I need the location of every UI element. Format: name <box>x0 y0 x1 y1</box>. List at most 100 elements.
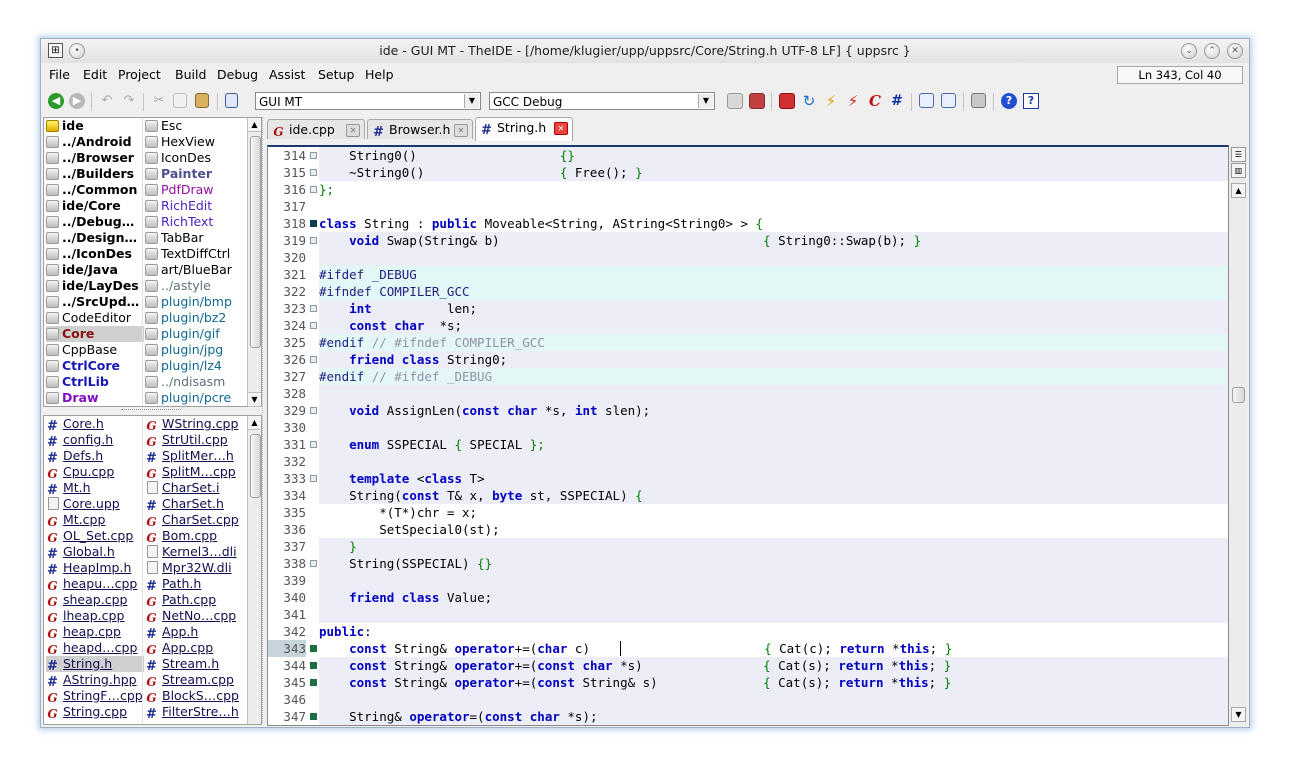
package-item[interactable]: ide <box>46 118 144 134</box>
code-line[interactable]: 340 friend class Value; <box>268 589 1228 606</box>
current-code-line[interactable]: 343 const String& operator+=(char c) { C… <box>268 640 1228 657</box>
code-line[interactable]: 342 public: <box>268 623 1228 640</box>
menu-edit[interactable]: Edit <box>83 67 107 82</box>
package-item[interactable]: ../Builders <box>46 166 144 182</box>
package-item[interactable]: CtrlCore <box>46 358 144 374</box>
package-item[interactable]: CodeEditor <box>46 310 144 326</box>
package-item[interactable]: PdfDraw <box>145 182 243 198</box>
file-item[interactable]: Gheap.cpp <box>46 624 144 640</box>
code-line[interactable]: 345 const String& operator+=(const Strin… <box>268 674 1228 691</box>
fold-marker-icon[interactable] <box>310 322 317 329</box>
package-item[interactable]: art/BlueBar <box>145 262 243 278</box>
file-item[interactable]: G CharSet.cpp <box>145 512 243 528</box>
package-item[interactable]: TabBar <box>145 230 243 246</box>
fold-marker-icon[interactable] <box>310 713 317 720</box>
scroll-up-icon[interactable]: ▲ <box>1231 183 1246 198</box>
file-item[interactable]: # Core.h <box>46 416 144 432</box>
code-line[interactable]: 339 <box>268 572 1228 589</box>
back-icon[interactable]: ◀ <box>48 93 64 109</box>
code-line[interactable]: 316}; <box>268 181 1228 198</box>
build-mode-select[interactable]: GCC Debug ▼ <box>489 92 715 110</box>
tab-Browser-h[interactable]: # Browser.h ✕ <box>367 119 473 139</box>
code-line[interactable]: 329 void AssignLen(const char *s, int sl… <box>268 402 1228 419</box>
build-method-select[interactable]: GUI MT ▼ <box>255 92 481 110</box>
splitter-grip[interactable] <box>121 409 181 413</box>
file-item[interactable]: G Cpu.cpp <box>46 464 144 480</box>
package-item[interactable]: plugin/bmp <box>145 294 243 310</box>
package-item[interactable]: RichEdit <box>145 198 243 214</box>
forward-icon[interactable]: ▶ <box>69 93 85 109</box>
menu-help[interactable]: Help <box>365 67 394 82</box>
scroll-up-icon[interactable]: ▲ <box>248 416 261 430</box>
package-item[interactable]: IconDes <box>145 150 243 166</box>
file-item[interactable]: Mpr32W.dli <box>145 560 243 576</box>
fold-marker-icon[interactable] <box>310 662 317 669</box>
file-item[interactable]: G StringF…cpp <box>46 688 144 704</box>
file-item[interactable]: G StrUtil.cpp <box>145 432 243 448</box>
file-item[interactable]: G BlockS…cpp <box>145 688 243 704</box>
fold-marker-icon[interactable] <box>310 237 317 244</box>
assembly-icon[interactable] <box>971 93 986 108</box>
code-line[interactable]: 314 String0() {} <box>268 147 1228 164</box>
code-line[interactable]: 344 const String& operator+=(const char … <box>268 657 1228 674</box>
file-item[interactable]: G Mt.cpp <box>46 512 144 528</box>
context-help-icon[interactable]: ? <box>1023 93 1039 109</box>
scroll-down-icon[interactable]: ▼ <box>248 392 261 407</box>
code-line[interactable]: 347 String& operator=(const char *s); <box>268 708 1228 725</box>
code-line[interactable]: 321 #ifdef _DEBUG <box>268 266 1228 283</box>
code-line[interactable]: 333 template <class T> <box>268 470 1228 487</box>
file-item[interactable]: G NetNo…cpp <box>145 608 243 624</box>
document-icon[interactable] <box>225 93 238 108</box>
package-item[interactable]: ../astyle <box>145 278 243 294</box>
file-item[interactable]: Kernel3…dli <box>145 544 243 560</box>
file-item[interactable]: # Path.h <box>145 576 243 592</box>
package-item[interactable]: ide/Java <box>46 262 144 278</box>
menu-project[interactable]: Project <box>118 67 161 82</box>
package-item[interactable]: CppBase <box>46 342 144 358</box>
fold-marker-icon[interactable] <box>310 356 317 363</box>
file-item[interactable]: # CharSet.h <box>145 496 243 512</box>
file-item[interactable]: # Global.h <box>46 544 144 560</box>
code-line[interactable]: 319 void Swap(String& b) { String0::Swap… <box>268 232 1228 249</box>
code-line[interactable]: 327 #endif // #ifdef _DEBUG <box>268 368 1228 385</box>
file-item[interactable]: Gheapu…cpp <box>46 576 144 592</box>
fold-marker-icon[interactable] <box>310 407 317 414</box>
package-item[interactable]: Esc <box>145 118 243 134</box>
file-item[interactable]: Core.upp <box>46 496 144 512</box>
file-item[interactable]: Gheapd…cpp <box>46 640 144 656</box>
code-line[interactable]: 328 <box>268 385 1228 402</box>
undo-icon[interactable]: ↶ <box>99 93 115 109</box>
file-item[interactable]: # HeapImp.h <box>46 560 144 576</box>
package-item[interactable]: plugin/jpg <box>145 342 243 358</box>
package-item[interactable]: ../Common <box>46 182 144 198</box>
scroll-thumb[interactable] <box>250 434 261 498</box>
split-vertical-icon[interactable]: ▥ <box>1231 163 1246 178</box>
file-item[interactable]: G SplitM…cpp <box>145 464 243 480</box>
file-item[interactable]: # Stream.h <box>145 656 243 672</box>
code-line[interactable]: 337 } <box>268 538 1228 555</box>
scroll-down-icon[interactable]: ▼ <box>1231 707 1246 722</box>
compile-file-icon[interactable]: C <box>867 93 883 109</box>
file-item[interactable]: G String.cpp <box>46 704 144 720</box>
package-item[interactable]: ../Browser <box>46 150 144 166</box>
file-item[interactable]: G OL_Set.cpp <box>46 528 144 544</box>
file-item[interactable]: # AString.hpp <box>46 672 144 688</box>
package-item[interactable]: ../ndisasm <box>145 374 243 390</box>
code-line[interactable]: 326 friend class String0; <box>268 351 1228 368</box>
code-line[interactable]: 336 SetSpecial0(st); <box>268 521 1228 538</box>
cut-icon[interactable]: ✂ <box>151 93 167 109</box>
file-item[interactable]: # config.h <box>46 432 144 448</box>
code-line[interactable]: 331 enum SSPECIAL { SPECIAL }; <box>268 436 1228 453</box>
package-item[interactable]: plugin/lz4 <box>145 358 243 374</box>
package-item[interactable]: HexView <box>145 134 243 150</box>
minimize-button[interactable]: ⌄ <box>1181 43 1197 59</box>
code-line[interactable]: 324 const char *s; <box>268 317 1228 334</box>
package-item[interactable]: plugin/gif <box>145 326 243 342</box>
code-line[interactable]: 317 <box>268 198 1228 215</box>
build-all-icon[interactable] <box>749 93 765 109</box>
fold-marker-icon[interactable] <box>310 152 317 159</box>
close-button[interactable]: ✕ <box>1227 43 1243 59</box>
code-line[interactable]: 338 String(SSPECIAL) {} <box>268 555 1228 572</box>
file-item[interactable]: # SplitMer…h <box>145 448 243 464</box>
code-line[interactable]: 341 <box>268 606 1228 623</box>
